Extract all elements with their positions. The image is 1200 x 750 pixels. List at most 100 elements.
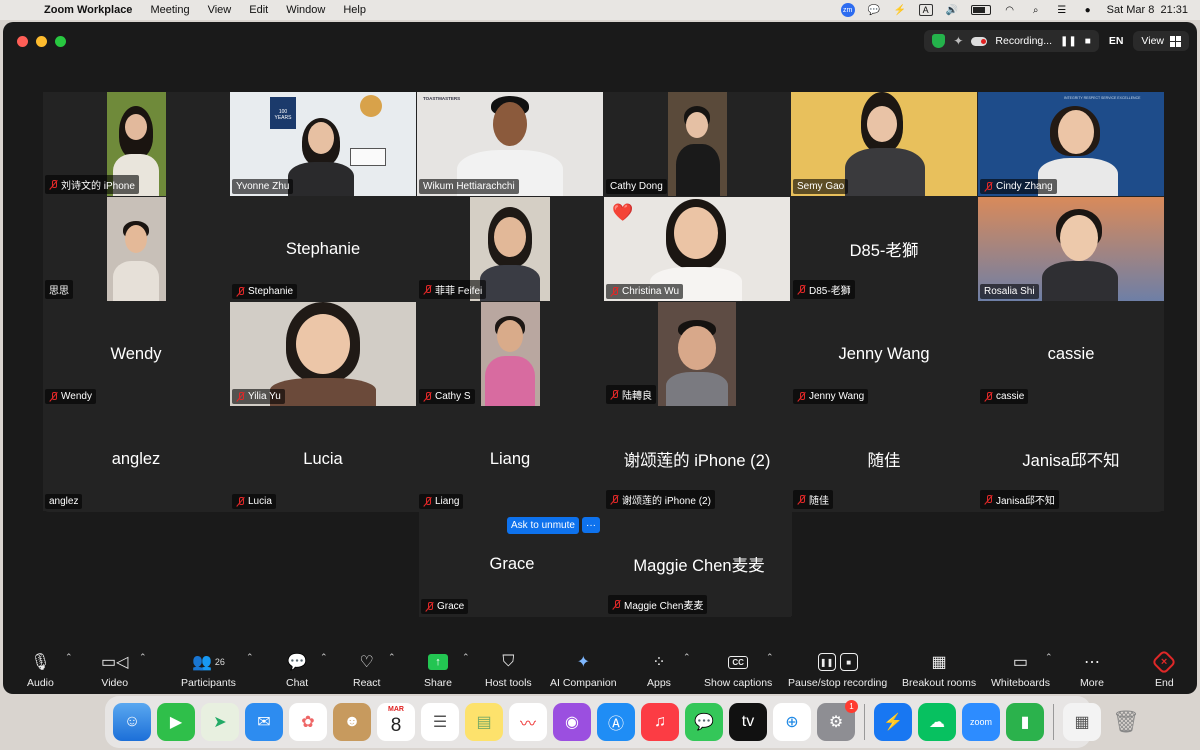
view-button[interactable]: View xyxy=(1133,31,1189,51)
ask-to-unmute-button[interactable]: Ask to unmute xyxy=(507,517,579,534)
participant-tile[interactable]: Jenny Wang Jenny Wang xyxy=(791,302,977,406)
participant-tile[interactable]: 谢颂莲的 iPhone (2) 谢颂莲的 iPhone (2) xyxy=(604,407,790,511)
menu-edit[interactable]: Edit xyxy=(240,4,277,16)
participant-tile[interactable]: 刘诗文的 iPhone xyxy=(43,92,229,196)
pause-recording-icon[interactable]: ❚❚ xyxy=(1060,36,1077,47)
participant-tile[interactable]: Maggie Chen麦麦 Maggie Chen麦麦 xyxy=(606,512,792,616)
photos-icon[interactable]: ✿ xyxy=(289,703,327,741)
participants-options-chevron-icon[interactable]: ⌃ xyxy=(246,652,254,663)
chat-button[interactable]: 💬 Chat xyxy=(286,650,308,689)
music-icon[interactable]: ♫ xyxy=(641,703,679,741)
video-button[interactable]: ▭◁ Video xyxy=(101,650,128,689)
wifi-icon[interactable]: ◠ xyxy=(1003,4,1017,16)
battery-icon[interactable] xyxy=(970,5,991,15)
stop-recording-icon[interactable]: ■ xyxy=(1085,36,1091,47)
freeform-icon[interactable]: 〰 xyxy=(509,703,547,741)
calendar-icon[interactable]: MAR 8 xyxy=(377,703,415,741)
close-window-button[interactable] xyxy=(17,35,28,47)
pause-stop-recording-button[interactable]: ❚❚ ■ Pause/stop recording xyxy=(788,650,887,689)
podcasts-icon[interactable]: ◉ xyxy=(553,703,591,741)
siri-icon[interactable]: ● xyxy=(1081,4,1095,16)
notes-icon[interactable]: ▤ xyxy=(465,703,503,741)
participant-tile[interactable]: 菲菲 Feifei xyxy=(417,197,603,301)
react-button[interactable]: ♡ React xyxy=(353,650,380,689)
participants-button[interactable]: 👥 26 Participants xyxy=(181,650,236,689)
minimize-window-button[interactable] xyxy=(36,35,47,47)
participant-tile[interactable]: Liang Liang xyxy=(417,407,603,511)
participant-tile[interactable]: Cathy S xyxy=(417,302,603,406)
system-settings-icon[interactable]: ⚙ 1 xyxy=(817,700,858,741)
mail-icon[interactable]: ✉ xyxy=(245,703,283,741)
participant-tile[interactable]: Lucia Lucia xyxy=(230,407,416,511)
language-interpretation-button[interactable]: EN xyxy=(1109,35,1124,47)
safari-icon[interactable]: ⊕ xyxy=(773,703,811,741)
menu-meeting[interactable]: Meeting xyxy=(141,4,198,16)
lightning-app-icon[interactable]: ⚡ xyxy=(874,703,912,741)
share-options-chevron-icon[interactable]: ⌃ xyxy=(462,652,470,663)
ai-companion-button[interactable]: ✦ AI Companion xyxy=(550,650,617,689)
share-button[interactable]: ↑ Share xyxy=(424,650,452,689)
wechat-icon[interactable]: ☁ xyxy=(918,703,956,741)
participant-tile[interactable]: Stephanie Stephanie xyxy=(230,197,416,301)
participant-tile[interactable]: 陆轉良 xyxy=(604,302,790,406)
participant-tile[interactable]: Janisa邱不知 Janisa邱不知 xyxy=(978,407,1164,511)
participant-tile[interactable]: Semy Gao xyxy=(791,92,977,196)
participant-tile[interactable]: TOASTMASTERS Wikum Hettiarachchi xyxy=(417,92,603,196)
participant-tile[interactable]: anglez anglez xyxy=(43,407,229,511)
apple-tv-icon[interactable]: tv xyxy=(729,703,767,741)
volume-icon[interactable]: 🔊 xyxy=(945,4,959,16)
chat-options-chevron-icon[interactable]: ⌃ xyxy=(320,652,328,663)
downloads-stack-icon[interactable]: ▦ xyxy=(1063,703,1101,741)
security-shield-icon[interactable] xyxy=(932,34,946,48)
trash-icon[interactable]: 🗑 xyxy=(1107,703,1145,741)
participant-more-options-button[interactable]: ··· xyxy=(582,517,600,533)
facetime-icon[interactable]: ▶ xyxy=(157,703,195,741)
participant-tile[interactable]: 随佳 随佳 xyxy=(791,407,977,511)
captions-options-chevron-icon[interactable]: ⌃ xyxy=(766,652,774,663)
participant-tile[interactable]: Yilia Yu xyxy=(230,302,416,406)
reminders-icon[interactable]: ☰ xyxy=(421,703,459,741)
menu-window[interactable]: Window xyxy=(277,4,334,16)
apps-button[interactable]: ⁘ Apps xyxy=(647,650,671,689)
whiteboards-button[interactable]: ▭ Whiteboards xyxy=(991,650,1050,689)
finder-icon[interactable]: ☺ xyxy=(113,703,151,741)
participant-tile[interactable]: D85-老獅 D85-老獅 xyxy=(791,197,977,301)
video-options-chevron-icon[interactable]: ⌃ xyxy=(139,652,147,663)
end-meeting-button[interactable]: × End xyxy=(1151,649,1178,689)
participant-tile[interactable]: INTEGRITY RESPECT SERVICE EXCELLENCE Cin… xyxy=(978,92,1164,196)
numbers-icon[interactable]: ▮ xyxy=(1006,703,1044,741)
breakout-rooms-button[interactable]: ▦ Breakout rooms xyxy=(902,650,976,689)
wechat-status-icon[interactable]: 💬 xyxy=(867,4,881,16)
host-tools-button[interactable]: ⛉ Host tools xyxy=(485,650,532,689)
zoom-app-icon[interactable]: zoom xyxy=(962,703,1000,741)
apps-options-chevron-icon[interactable]: ⌃ xyxy=(683,652,691,663)
participant-tile-active-speaker[interactable]: 100 YEARS Yvonne Zhu xyxy=(230,92,416,196)
menubar-clock[interactable]: Sat Mar 8 21:31 xyxy=(1107,4,1188,16)
audio-options-chevron-icon[interactable]: ⌃ xyxy=(65,652,73,663)
maps-icon[interactable]: ➤ xyxy=(201,703,239,741)
messages-icon[interactable]: 💬 xyxy=(685,703,723,741)
participant-tile[interactable]: 思思 xyxy=(43,197,229,301)
fullscreen-window-button[interactable] xyxy=(55,35,66,47)
participant-tile[interactable]: Wendy Wendy xyxy=(43,302,229,406)
menu-help[interactable]: Help xyxy=(334,4,375,16)
show-captions-button[interactable]: CC Show captions xyxy=(704,650,772,689)
spotlight-search-icon[interactable]: ⌕ xyxy=(1029,4,1043,16)
control-center-icon[interactable]: ☰ xyxy=(1055,4,1069,16)
contacts-icon[interactable]: ☻ xyxy=(333,703,371,741)
participant-tile[interactable]: cassie cassie xyxy=(978,302,1164,406)
participant-tile[interactable]: Cathy Dong xyxy=(604,92,790,196)
participant-tile[interactable]: Rosalia Shi xyxy=(978,197,1164,301)
participant-tile[interactable]: Grace Grace Ask to unmute ··· xyxy=(419,512,605,616)
audio-button[interactable]: 🎙 Audio xyxy=(27,650,54,689)
lightning-status-icon[interactable]: ⚡ xyxy=(893,4,907,16)
zoom-status-icon[interactable]: zm xyxy=(840,3,855,17)
menu-app-name[interactable]: Zoom Workplace xyxy=(40,4,141,16)
participant-tile[interactable]: ❤️ Christina Wu xyxy=(604,197,790,301)
input-source-icon[interactable]: A xyxy=(918,4,933,16)
react-options-chevron-icon[interactable]: ⌃ xyxy=(388,652,396,663)
menu-view[interactable]: View xyxy=(199,4,241,16)
whiteboards-options-chevron-icon[interactable]: ⌃ xyxy=(1045,652,1053,663)
more-button[interactable]: ⋯ More xyxy=(1080,650,1104,689)
app-store-icon[interactable]: Ⓐ xyxy=(597,703,635,741)
